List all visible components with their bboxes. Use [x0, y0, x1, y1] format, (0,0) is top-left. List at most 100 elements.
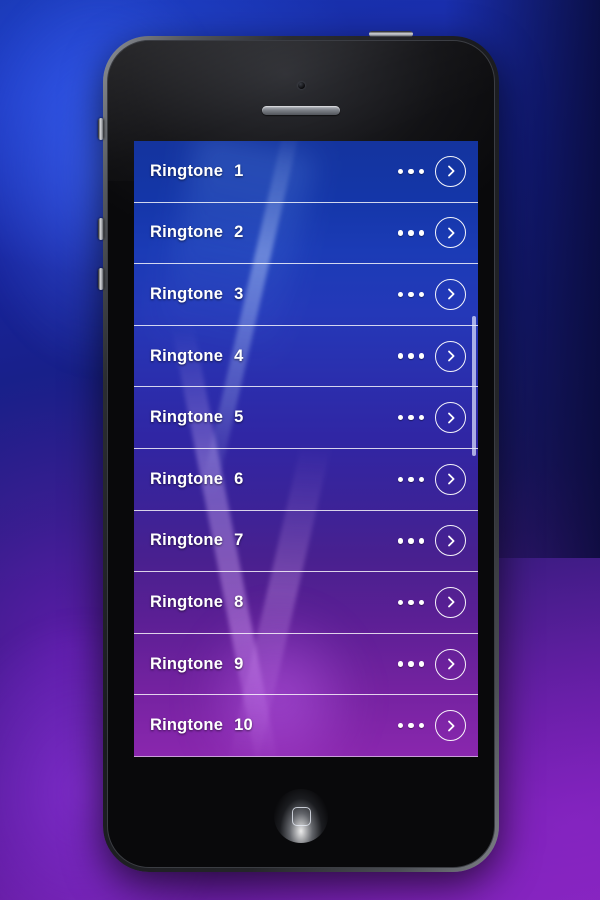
ellipsis-dot: [408, 722, 414, 729]
list-item[interactable]: Ringtone 1: [134, 141, 478, 203]
ellipsis-dot: [397, 230, 403, 236]
list-item[interactable]: Ringtone 8: [134, 572, 478, 634]
ellipsis-dot: [408, 230, 414, 236]
ellipsis-dot: [418, 291, 424, 298]
ringtone-number: 10: [234, 716, 253, 735]
chevron-right-icon[interactable]: [435, 402, 466, 434]
ringtone-name: Ringtone: [150, 284, 224, 303]
chevron-right-icon[interactable]: [435, 648, 466, 680]
earpiece-speaker-icon: [262, 106, 340, 115]
chevron-right-icon[interactable]: [435, 278, 466, 310]
ellipsis-dot: [408, 661, 414, 667]
ellipsis-dot: [418, 476, 424, 483]
ringtone-name: Ringtone: [150, 223, 224, 242]
ellipsis-dot: [418, 538, 424, 544]
list-scrollbar[interactable]: [472, 316, 476, 456]
ellipsis-dot: [418, 722, 424, 729]
ellipsis-dot: [418, 599, 424, 606]
ellipsis-dot: [397, 599, 403, 606]
ellipsis-dot: [397, 661, 403, 667]
ellipsis-dot: [397, 414, 403, 421]
list-item[interactable]: Ringtone 7: [134, 511, 478, 573]
ringtone-label: Ringtone 2: [150, 223, 243, 242]
chevron-right-icon[interactable]: [435, 525, 466, 557]
ringtone-number: 5: [234, 408, 244, 427]
mute-switch[interactable]: [98, 118, 104, 140]
phone-device: Ringtone 1 Ringtone 2 Ringtone 3 Ringtone 4 Ring…: [98, 31, 499, 872]
camera-dot-icon: [297, 82, 305, 89]
chevron-right-icon[interactable]: [435, 586, 466, 618]
chevron-right-icon[interactable]: [435, 217, 466, 249]
ellipsis-dot: [408, 291, 414, 298]
ringtone-name: Ringtone: [150, 408, 224, 427]
ellipsis-dot: [397, 476, 403, 483]
ringtone-number: 9: [234, 654, 244, 673]
ringtone-name: Ringtone: [150, 592, 224, 611]
ringtone-label: Ringtone 7: [150, 531, 243, 550]
ringtone-label: Ringtone 10: [150, 716, 253, 735]
chevron-right-icon[interactable]: [435, 710, 466, 742]
ellipsis-dot: [397, 353, 403, 359]
ellipsis-icon[interactable]: [397, 168, 424, 175]
ringtone-label: Ringtone 9: [150, 655, 243, 674]
ellipsis-icon[interactable]: [397, 599, 424, 606]
ellipsis-dot: [397, 722, 403, 729]
phone-body: Ringtone 1 Ringtone 2 Ringtone 3 Ringtone 4 Ring…: [107, 40, 495, 868]
list-item[interactable]: Ringtone 10: [134, 695, 478, 757]
list-item[interactable]: Ringtone 6: [134, 449, 478, 511]
ringtone-label: Ringtone 6: [150, 470, 243, 489]
list-item[interactable]: Ringtone 9: [134, 634, 478, 696]
ringtone-label: Ringtone 1: [150, 162, 243, 181]
ringtone-name: Ringtone: [150, 161, 224, 180]
ringtone-name: Ringtone: [150, 531, 224, 550]
ringtone-number: 1: [234, 161, 244, 180]
ellipsis-dot: [408, 599, 414, 606]
power-button[interactable]: [369, 31, 413, 37]
volume-down-button[interactable]: [98, 268, 104, 290]
ringtone-number: 3: [234, 284, 244, 303]
ringtone-number: 8: [234, 592, 244, 611]
ringtone-label: Ringtone 4: [150, 347, 243, 366]
chevron-right-icon[interactable]: [435, 340, 466, 372]
ringtone-number: 4: [234, 346, 244, 365]
ellipsis-dot: [408, 538, 414, 544]
ringtone-label: Ringtone 3: [150, 285, 243, 304]
ellipsis-dot: [397, 168, 403, 175]
chevron-right-icon[interactable]: [435, 463, 466, 495]
ellipsis-dot: [418, 168, 424, 175]
ellipsis-dot: [408, 353, 414, 359]
ellipsis-icon[interactable]: [397, 722, 424, 729]
ellipsis-dot: [418, 353, 424, 359]
ellipsis-icon[interactable]: [397, 291, 424, 298]
home-square-icon: [291, 806, 311, 826]
ellipsis-dot: [408, 414, 414, 421]
ellipsis-dot: [418, 414, 424, 421]
list-item[interactable]: Ringtone 3: [134, 264, 478, 326]
ringtone-name: Ringtone: [150, 469, 224, 488]
ellipsis-icon[interactable]: [397, 353, 424, 359]
ellipsis-icon[interactable]: [397, 476, 424, 483]
list-item[interactable]: Ringtone 2: [134, 203, 478, 265]
screenshot-root: Ringtone 1 Ringtone 2 Ringtone 3 Ringtone 4 Ring…: [0, 0, 600, 900]
ringtone-list[interactable]: Ringtone 1 Ringtone 2 Ringtone 3 Ringtone 4 Ring…: [134, 141, 478, 757]
ellipsis-dot: [408, 168, 414, 175]
ellipsis-icon[interactable]: [397, 538, 424, 544]
list-item[interactable]: Ringtone 4: [134, 326, 478, 388]
ringtone-number: 7: [234, 531, 244, 550]
ellipsis-dot: [397, 291, 403, 298]
ellipsis-dot: [408, 476, 414, 483]
home-button[interactable]: [274, 789, 328, 843]
ellipsis-dot: [418, 661, 424, 667]
ellipsis-icon[interactable]: [397, 230, 424, 236]
ellipsis-icon[interactable]: [397, 661, 424, 667]
volume-up-button[interactable]: [98, 218, 104, 240]
ringtone-number: 6: [234, 469, 244, 488]
chevron-right-icon[interactable]: [435, 155, 466, 187]
ringtone-number: 2: [234, 223, 244, 242]
ringtone-label: Ringtone 5: [150, 408, 243, 427]
ringtone-name: Ringtone: [150, 346, 224, 365]
list-item[interactable]: Ringtone 5: [134, 387, 478, 449]
ellipsis-icon[interactable]: [397, 414, 424, 421]
ringtone-name: Ringtone: [150, 716, 224, 735]
ellipsis-dot: [418, 230, 424, 236]
